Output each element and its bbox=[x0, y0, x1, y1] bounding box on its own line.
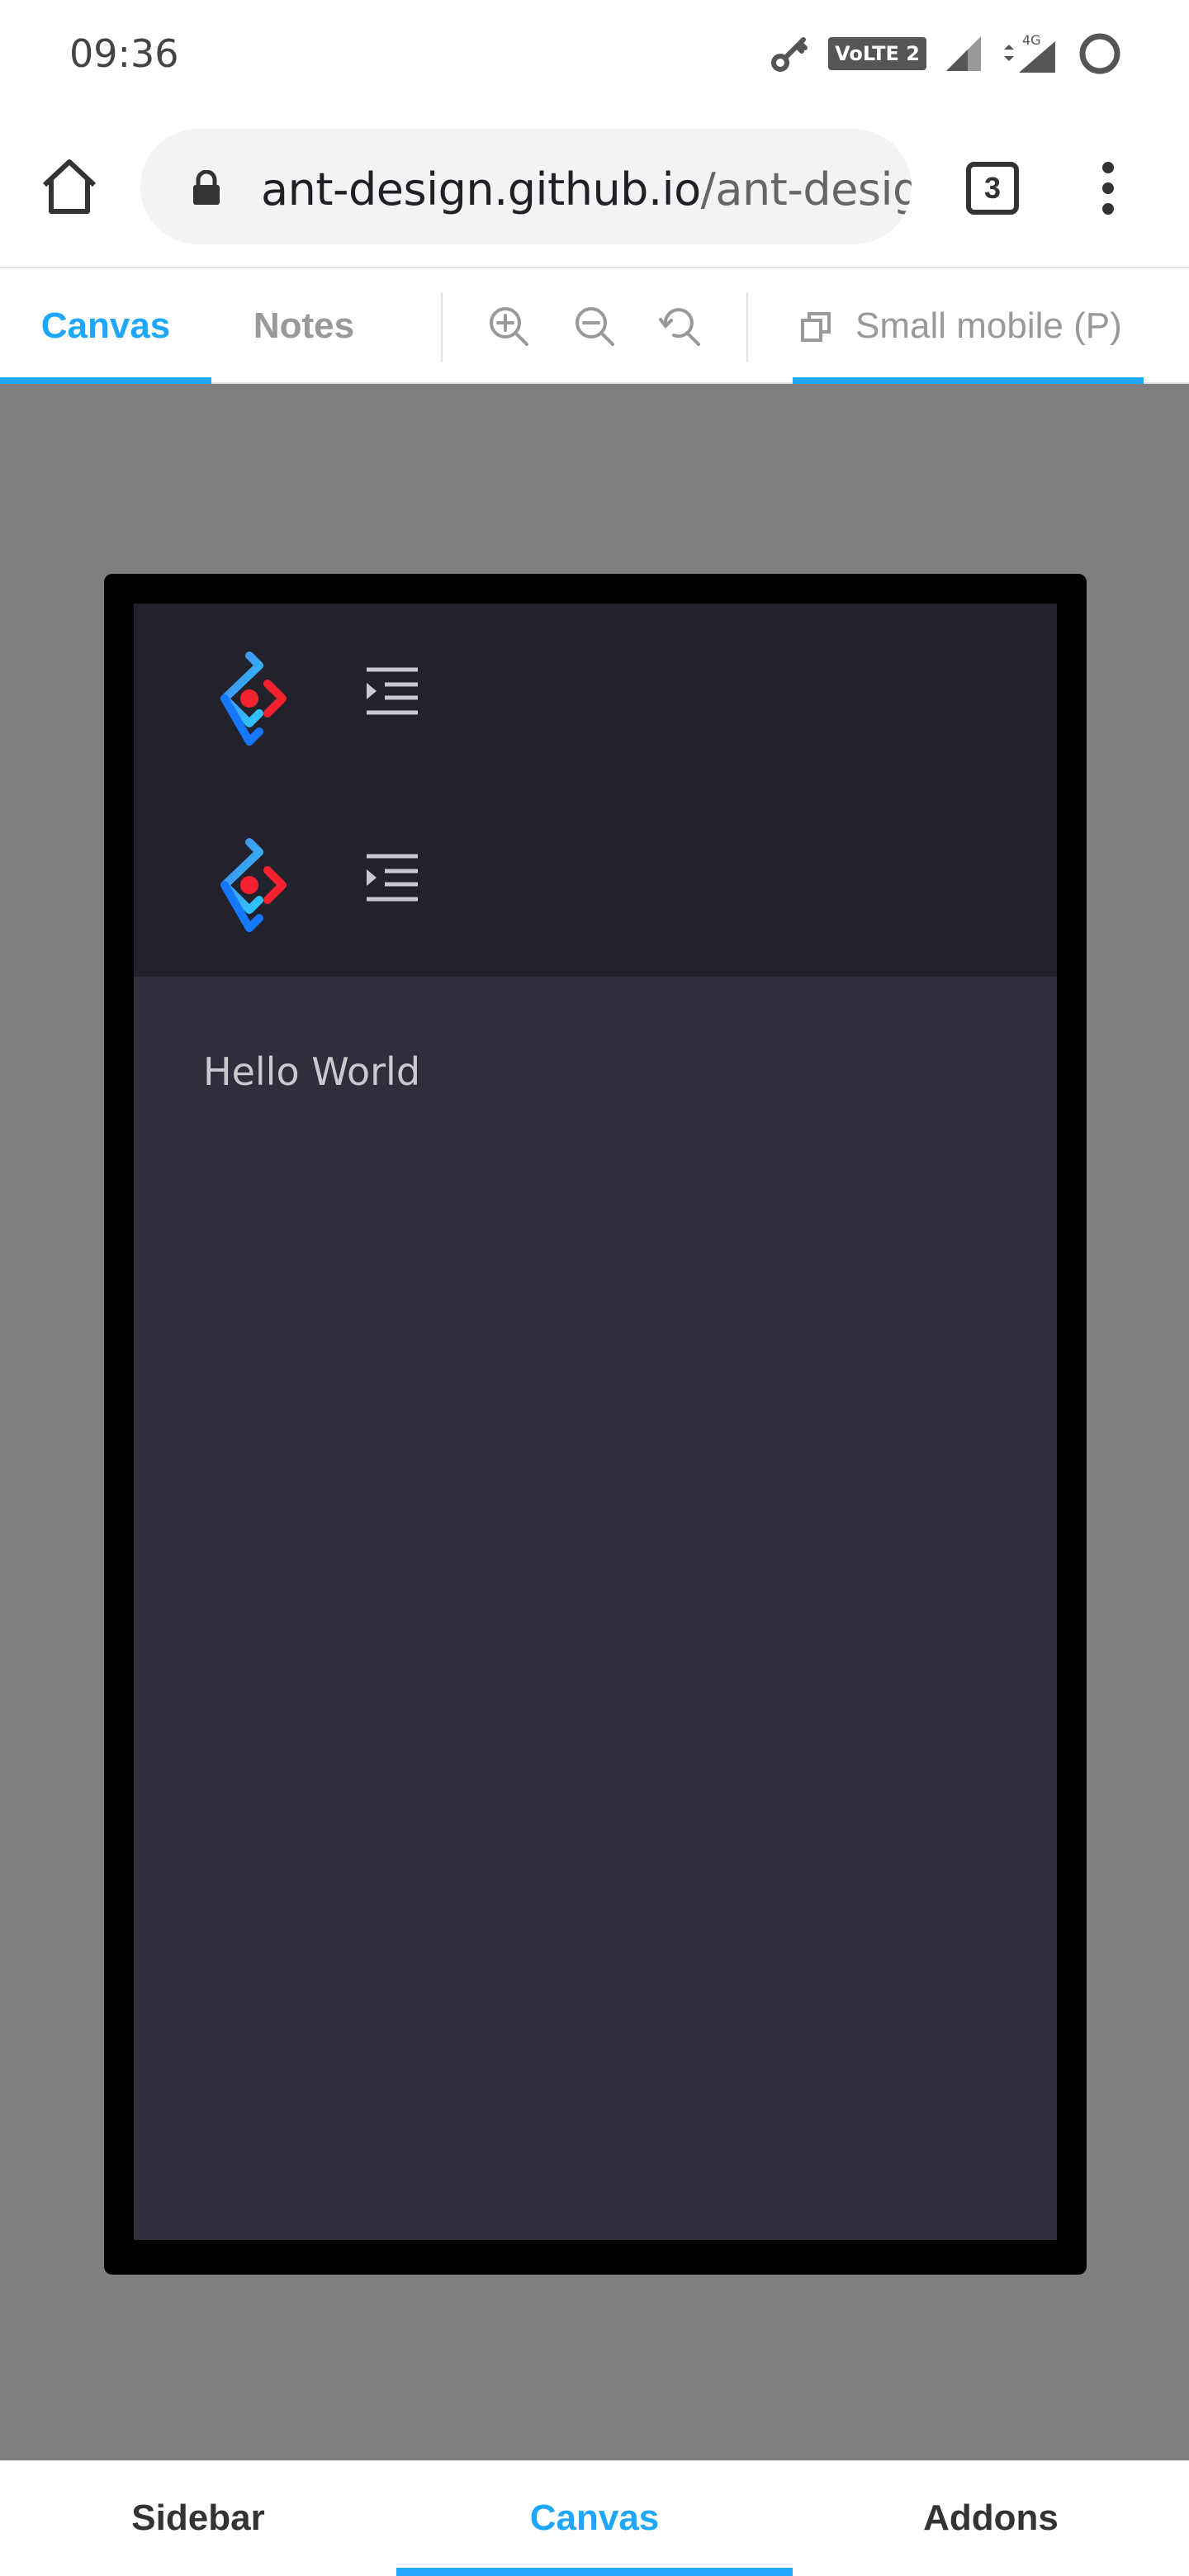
nav-canvas[interactable]: Canvas bbox=[396, 2460, 793, 2576]
zoom-in-icon[interactable] bbox=[486, 303, 532, 349]
volte-badge: VoLTE 2 bbox=[828, 37, 926, 70]
preview-iframe: Hello World bbox=[134, 604, 1057, 2240]
nav-canvas-label: Canvas bbox=[529, 2498, 660, 2538]
header-row bbox=[134, 604, 1057, 790]
toolbar-divider bbox=[441, 293, 443, 362]
device-frame: Hello World bbox=[104, 574, 1087, 2275]
tab-canvas-label: Canvas bbox=[40, 305, 171, 346]
nav-sidebar-label: Sidebar bbox=[131, 2498, 265, 2538]
nav-addons-label: Addons bbox=[923, 2498, 1059, 2538]
ant-design-logo-icon[interactable] bbox=[201, 837, 297, 933]
nav-active-indicator bbox=[396, 2568, 793, 2576]
status-bar: 09:36 VoLTE 2 4G bbox=[0, 0, 1189, 107]
menu-fold-icon[interactable] bbox=[365, 853, 419, 902]
status-icons: VoLTE 2 4G bbox=[769, 26, 1123, 81]
sync-circle-icon bbox=[1079, 33, 1120, 74]
lock-icon bbox=[193, 170, 220, 205]
home-icon[interactable] bbox=[38, 155, 101, 218]
viewport-label: Small mobile (P) bbox=[855, 305, 1122, 346]
nav-addons[interactable]: Addons bbox=[793, 2460, 1189, 2576]
status-time: 09:36 bbox=[69, 31, 179, 76]
signal-4g-icon: 4G bbox=[1004, 33, 1055, 73]
nav-sidebar[interactable]: Sidebar bbox=[0, 2460, 396, 2576]
tab-canvas[interactable]: Canvas bbox=[0, 268, 211, 386]
header-row bbox=[134, 790, 1057, 977]
zoom-out-icon[interactable] bbox=[571, 303, 618, 349]
tab-notes[interactable]: Notes bbox=[211, 268, 396, 384]
toolbar-divider bbox=[746, 293, 748, 362]
address-bar[interactable]: ant-design.github.io/ant-design bbox=[140, 129, 912, 244]
storybook-toolbar: Canvas Notes Small mobile (P) bbox=[0, 268, 1189, 386]
overflow-menu-icon[interactable] bbox=[1090, 157, 1126, 220]
signal-icon bbox=[946, 36, 981, 71]
url-host: ant-design.github.io bbox=[261, 163, 701, 215]
menu-fold-icon[interactable] bbox=[365, 666, 419, 716]
bottom-nav: Sidebar Canvas Addons bbox=[0, 2460, 1189, 2576]
reset-zoom-icon[interactable] bbox=[657, 303, 703, 349]
content-text: Hello World bbox=[203, 1049, 421, 1094]
ant-design-logo-icon[interactable] bbox=[201, 651, 297, 746]
svg-text:4G: 4G bbox=[1022, 33, 1041, 48]
app-header bbox=[134, 604, 1057, 977]
tab-switcher-button[interactable]: 3 bbox=[966, 162, 1019, 215]
canvas-area: Hello World bbox=[0, 384, 1189, 2460]
url-path: /ant-design bbox=[700, 163, 912, 215]
viewport-icon bbox=[801, 312, 831, 342]
browser-toolbar: ant-design.github.io/ant-design 3 bbox=[0, 107, 1189, 268]
url-text: ant-design.github.io/ant-design bbox=[261, 163, 912, 215]
tab-notes-label: Notes bbox=[253, 305, 355, 346]
viewport-selector[interactable]: Small mobile (P) bbox=[793, 268, 1144, 386]
vpn-key-icon bbox=[771, 37, 808, 72]
